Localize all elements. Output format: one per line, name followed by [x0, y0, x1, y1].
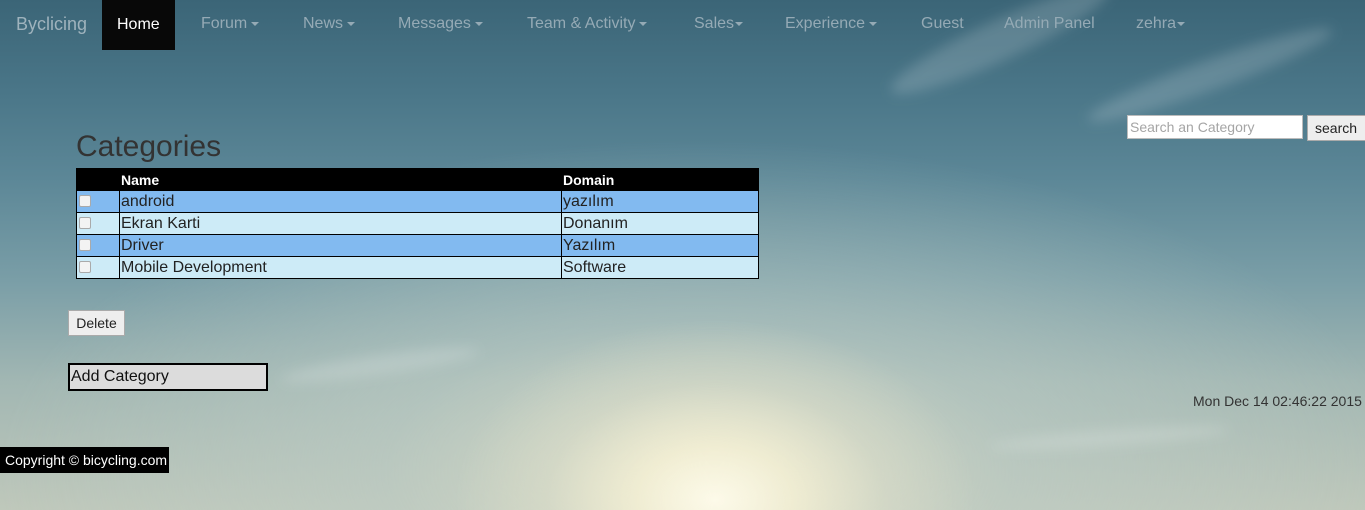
nav-label: zehra	[1136, 15, 1177, 32]
nav-news-dropdown[interactable]: News	[303, 15, 356, 33]
nav-admin-panel[interactable]: Admin Panel	[1004, 15, 1095, 33]
column-header-name: Name	[119, 168, 562, 191]
table-row: Mobile Development Software	[76, 256, 759, 279]
nav-label: News	[303, 15, 344, 32]
category-name: Mobile Development	[119, 256, 562, 279]
nav-messages-dropdown[interactable]: Messages	[398, 15, 483, 33]
row-checkbox[interactable]	[79, 239, 91, 252]
row-checkbox[interactable]	[79, 195, 91, 208]
caret-down-icon	[347, 21, 356, 26]
nav-sales-dropdown[interactable]: Sales	[694, 15, 744, 33]
category-search-input[interactable]	[1127, 115, 1303, 139]
nav-guest[interactable]: Guest	[921, 15, 964, 33]
row-checkbox[interactable]	[79, 261, 91, 274]
caret-down-icon	[1177, 21, 1186, 26]
background-cloud	[279, 341, 481, 389]
nav-user-dropdown[interactable]: zehra	[1136, 15, 1186, 33]
search-button[interactable]: search	[1307, 115, 1365, 141]
column-header-select	[76, 168, 120, 191]
category-name: android	[119, 190, 562, 213]
caret-down-icon	[639, 21, 648, 26]
footer-copyright: Copyright © bicycling.com	[0, 447, 169, 473]
table-row: Ekran Karti Donanım	[76, 212, 759, 235]
categories-table: Name Domain android yazılım Ekran Karti …	[76, 168, 759, 279]
server-timestamp: Mon Dec 14 02:46:22 2015	[1193, 393, 1362, 409]
nav-experience-dropdown[interactable]: Experience	[785, 15, 878, 33]
row-select-cell	[76, 234, 120, 257]
row-select-cell	[76, 212, 120, 235]
category-domain: yazılım	[561, 190, 759, 213]
nav-home[interactable]: Home	[102, 0, 175, 50]
delete-button[interactable]: Delete	[68, 310, 125, 336]
category-domain: Software	[561, 256, 759, 279]
category-domain: Donanım	[561, 212, 759, 235]
nav-label: Forum	[201, 15, 248, 32]
nav-label: Team & Activity	[527, 15, 636, 32]
row-checkbox[interactable]	[79, 217, 91, 230]
category-name: Ekran Karti	[119, 212, 562, 235]
nav-forum-dropdown[interactable]: Forum	[201, 15, 260, 33]
table-row: Driver Yazılım	[76, 234, 759, 257]
column-header-domain: Domain	[561, 168, 759, 191]
nav-team-activity-dropdown[interactable]: Team & Activity	[527, 15, 648, 33]
caret-down-icon	[735, 21, 744, 26]
category-domain: Yazılım	[561, 234, 759, 257]
category-name: Driver	[119, 234, 562, 257]
nav-label: Messages	[398, 15, 471, 32]
nav-label: Admin Panel	[1004, 15, 1095, 32]
table-header-row: Name Domain	[76, 168, 759, 191]
caret-down-icon	[251, 21, 260, 26]
nav-label: Home	[117, 16, 160, 33]
nav-label: Guest	[921, 15, 964, 32]
nav-label: Sales	[694, 15, 735, 32]
background-cloud	[989, 421, 1231, 455]
top-navbar: Byclicing Home Forum News Messages Team …	[0, 0, 1365, 50]
caret-down-icon	[869, 21, 878, 26]
page-title: Categories	[76, 130, 222, 163]
table-row: android yazılım	[76, 190, 759, 213]
row-select-cell	[76, 256, 120, 279]
brand-link[interactable]: Byclicing	[16, 14, 87, 35]
nav-label: Experience	[785, 15, 866, 32]
row-select-cell	[76, 190, 120, 213]
add-category-button[interactable]: Add Category	[68, 363, 268, 391]
caret-down-icon	[474, 21, 483, 26]
